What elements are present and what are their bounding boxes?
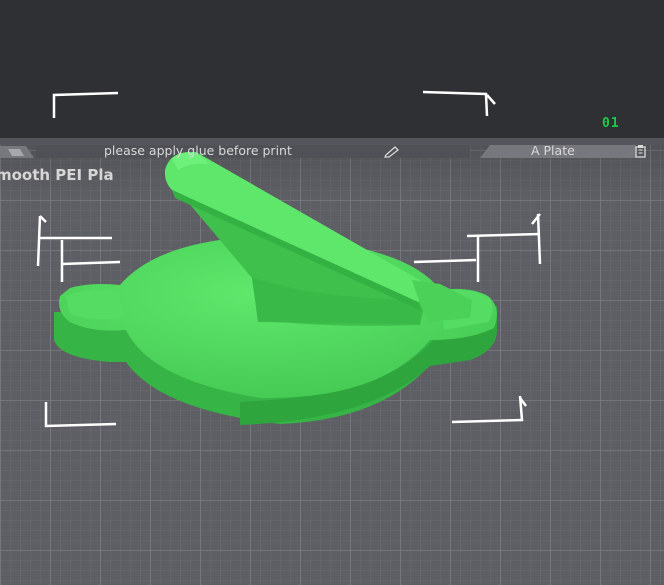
pencil-icon[interactable] — [383, 143, 403, 158]
plate-left-tab[interactable] — [0, 146, 34, 158]
plate-number: 01 — [602, 116, 620, 131]
bounding-box-top-corners — [52, 90, 496, 118]
plate-settings-icon[interactable] — [632, 143, 650, 158]
build-plate-scene — [0, 90, 664, 585]
plate-type-label: mooth PEI Pla — [0, 166, 114, 184]
plate-note: please apply glue before print — [104, 143, 292, 158]
3d-viewport[interactable]: 01 please apply glue before print A Plat… — [0, 0, 664, 585]
plate-name: A Plate — [531, 143, 575, 158]
